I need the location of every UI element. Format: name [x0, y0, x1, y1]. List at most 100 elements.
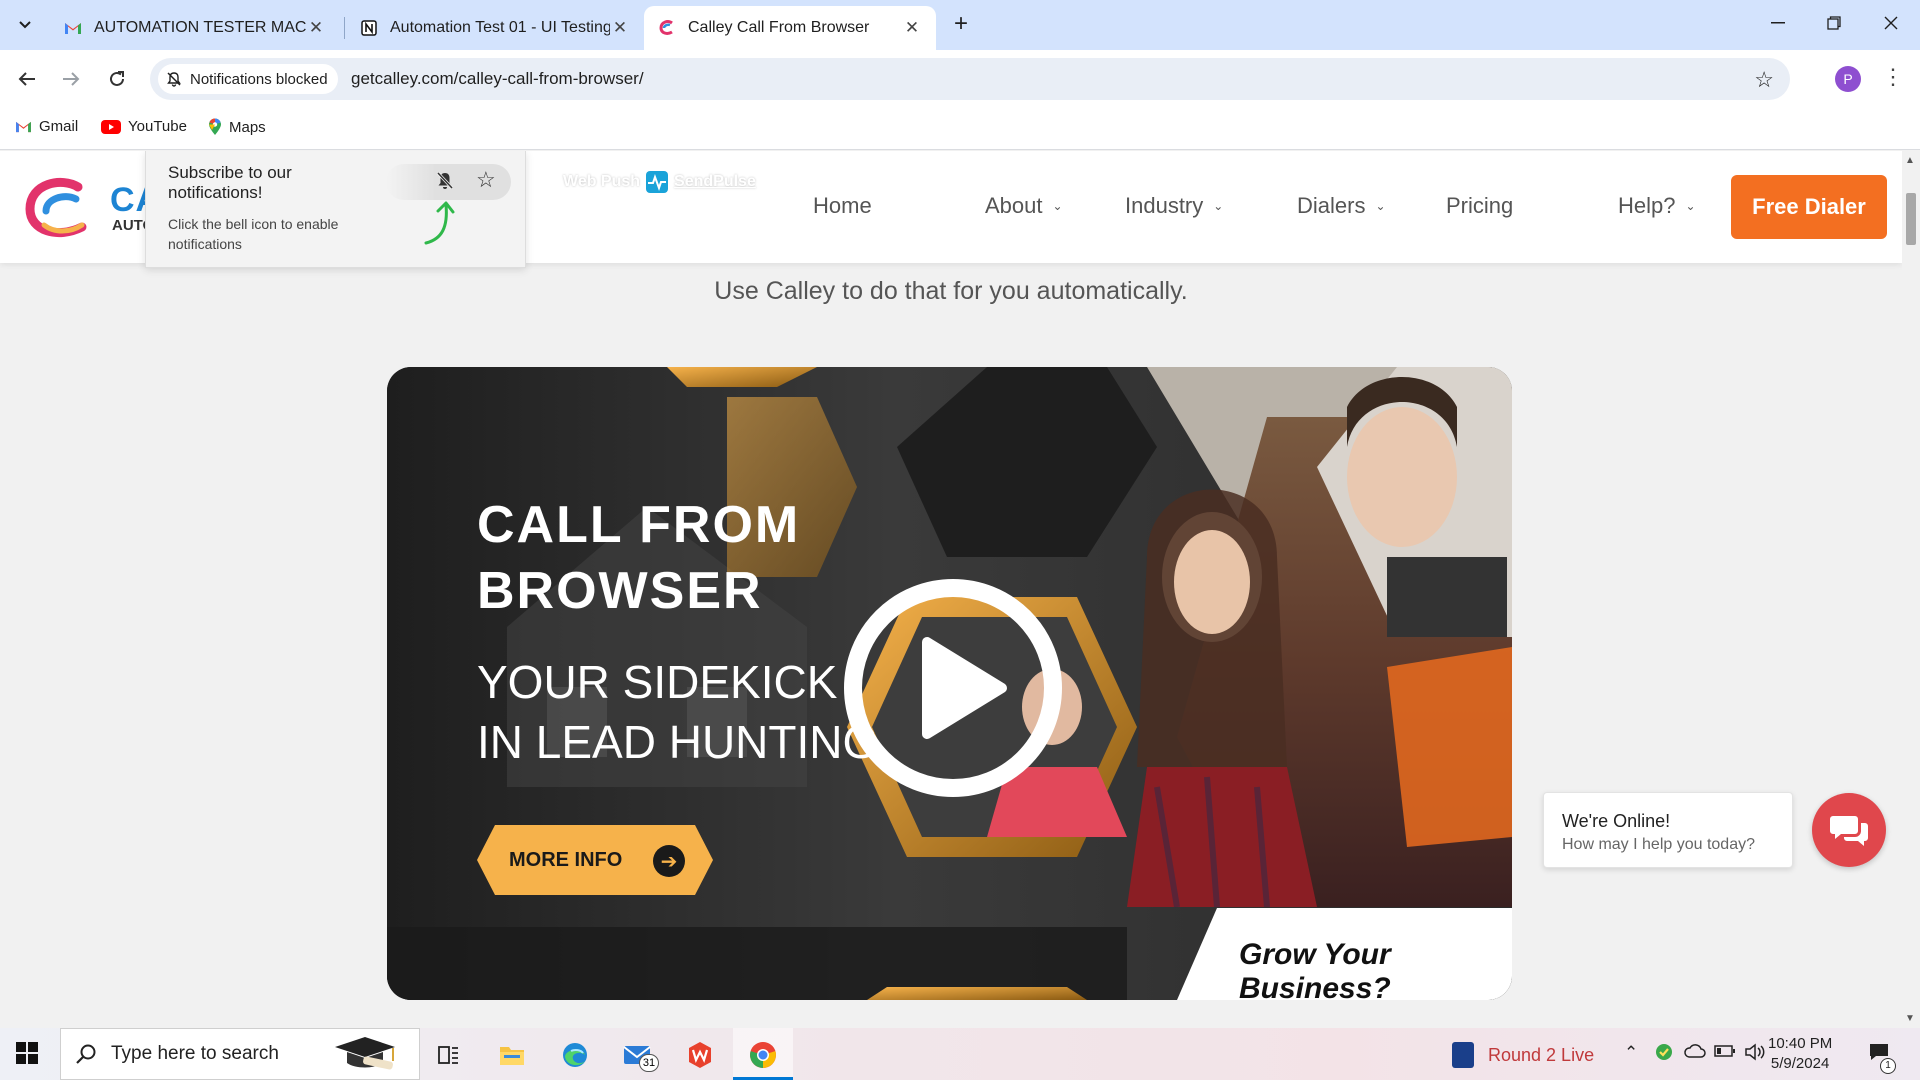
taskbar-search[interactable]: Type here to search — [60, 1028, 420, 1080]
gmail-icon — [15, 120, 32, 133]
browser-toolbar: Notifications blocked getcalley.com/call… — [0, 50, 1920, 108]
restore-button[interactable] — [1814, 8, 1854, 38]
more-info-label: MORE INFO — [509, 849, 623, 871]
hero-title-line: CALL FROM — [477, 496, 801, 554]
tab-notion[interactable]: Automation Test 01 - UI Testing ✕ — [346, 6, 644, 50]
maps-icon — [208, 118, 222, 136]
calley-logo-icon[interactable] — [24, 175, 90, 246]
battery-icon[interactable] — [1714, 1043, 1736, 1063]
edge-browser-icon[interactable] — [558, 1038, 592, 1072]
tab-strip: AUTOMATION TESTER MACHIN ✕ Automation Te… — [0, 0, 1920, 50]
chip-label: Notifications blocked — [190, 70, 328, 88]
bell-off-icon — [167, 72, 181, 87]
sendpulse-prefix: Web Push — [563, 173, 641, 190]
chat-title: We're Online! — [1562, 811, 1671, 831]
grow-business-banner: Grow Your Business? — [1177, 908, 1512, 1000]
close-icon[interactable]: ✕ — [306, 18, 326, 38]
hero-subtitle-line: IN LEAD HUNTING — [477, 716, 879, 768]
free-dialer-button[interactable]: Free Dialer — [1731, 175, 1887, 239]
scroll-thumb[interactable] — [1906, 193, 1916, 245]
cloud-icon[interactable] — [1684, 1043, 1706, 1064]
chrome-icon[interactable] — [746, 1038, 780, 1072]
hero-title-line: BROWSER — [477, 562, 763, 620]
nav-label: Help? — [1618, 193, 1676, 218]
chevron-up-icon[interactable]: ⌃ — [1624, 1043, 1638, 1063]
nav-industry[interactable]: Industry ⌄ — [1125, 193, 1223, 219]
shield-icon[interactable] — [1655, 1043, 1673, 1066]
reload-icon — [110, 71, 124, 86]
arrow-right-icon — [63, 72, 80, 86]
nav-pricing[interactable]: Pricing — [1446, 193, 1513, 219]
chevron-down-icon — [19, 21, 31, 29]
push-subscribe-popup: Subscribe to our notifications! Click th… — [145, 151, 526, 268]
grow-business-text: Grow Your Business? — [1239, 938, 1391, 1000]
chat-subtitle: How may I help you today? — [1562, 836, 1755, 853]
windows-start-icon[interactable] — [16, 1042, 38, 1069]
bookmark-gmail[interactable]: Gmail — [15, 118, 78, 135]
hero-tagline: Use Calley to do that for you automatica… — [714, 277, 1188, 305]
new-tab-button[interactable]: + — [948, 12, 974, 38]
bookmark-maps[interactable]: Maps — [208, 118, 266, 136]
chat-icon — [1830, 816, 1868, 846]
play-button[interactable] — [842, 577, 1064, 804]
nav-about[interactable]: About ⌄ — [985, 193, 1063, 219]
scroll-up-icon[interactable]: ▲ — [1905, 155, 1915, 166]
file-explorer-icon[interactable] — [495, 1038, 529, 1072]
volume-icon[interactable] — [1744, 1043, 1766, 1066]
notification-count: 1 — [1880, 1058, 1896, 1074]
bookmark-star-icon[interactable]: ☆ — [1754, 67, 1774, 93]
task-view-icon[interactable] — [432, 1038, 466, 1072]
hero-title: CALL FROM BROWSER — [477, 492, 800, 624]
news-widget[interactable]: Round 2 Live — [1452, 1042, 1594, 1068]
mail-icon[interactable]: 31 — [621, 1038, 659, 1072]
gmail-icon — [64, 19, 82, 37]
chevron-down-icon: ⌄ — [1375, 199, 1386, 213]
nav-home[interactable]: Home — [813, 193, 872, 219]
tab-search-button[interactable] — [10, 11, 40, 39]
nav-label: Industry — [1125, 193, 1204, 218]
system-clock[interactable]: 10:40 PM 5/9/2024 — [1768, 1034, 1832, 1074]
graduation-cap-icon — [335, 1037, 395, 1070]
hero-video[interactable]: CALL FROM BROWSER YOUR SIDEKICK IN LEAD … — [387, 367, 1512, 1000]
browser-menu-icon[interactable]: ⋮ — [1882, 64, 1904, 90]
youtube-icon — [101, 119, 121, 134]
scroll-down-icon[interactable]: ▼ — [1905, 1013, 1915, 1024]
pga-tour-icon — [1452, 1042, 1474, 1068]
close-icon[interactable]: ✕ — [902, 18, 922, 38]
minimize-icon — [1771, 22, 1785, 24]
forward-button[interactable] — [56, 64, 86, 94]
chevron-down-icon: ⌄ — [1213, 199, 1224, 213]
nav-help[interactable]: Help? ⌄ — [1618, 193, 1696, 219]
bookmark-youtube[interactable]: YouTube — [101, 118, 187, 135]
tab-gmail[interactable]: AUTOMATION TESTER MACHIN ✕ — [50, 6, 340, 50]
arrow-right-icon: ➔ — [653, 845, 685, 877]
windows-taskbar: Type here to search 31 Round 2 Live ⌃ 10… — [0, 1028, 1920, 1080]
play-icon — [844, 579, 1062, 797]
tab-calley[interactable]: Calley Call From Browser ✕ — [644, 6, 936, 50]
bookmarks-bar: Gmail YouTube Maps — [0, 108, 1920, 150]
sendpulse-badge[interactable]: Web Push SendPulse — [563, 171, 756, 193]
back-button[interactable] — [12, 64, 42, 94]
star-icon[interactable]: ☆ — [476, 167, 496, 193]
address-bar[interactable]: Notifications blocked getcalley.com/call… — [150, 58, 1790, 100]
notifications-blocked-chip[interactable]: Notifications blocked — [158, 64, 338, 94]
minimize-button[interactable] — [1758, 8, 1798, 38]
hero-subtitle: YOUR SIDEKICK IN LEAD HUNTING — [477, 652, 878, 772]
wps-office-icon[interactable] — [683, 1038, 717, 1072]
bell-off-icon[interactable] — [436, 171, 454, 196]
search-icon — [76, 1044, 96, 1064]
profile-avatar[interactable]: P — [1835, 66, 1861, 92]
page-scrollbar[interactable]: ▲ ▼ — [1902, 151, 1920, 1028]
chat-greeting[interactable]: We're Online! How may I help you today? — [1543, 792, 1793, 868]
pulse-icon — [646, 171, 669, 193]
close-window-button[interactable] — [1871, 8, 1911, 38]
chat-button[interactable] — [1812, 793, 1886, 867]
chevron-down-icon: ⌄ — [1052, 199, 1063, 213]
more-info-button[interactable]: MORE INFO ➔ — [477, 825, 713, 895]
tab-title: Automation Test 01 - UI Testing — [390, 19, 610, 36]
tab-title: AUTOMATION TESTER MACHIN — [94, 19, 306, 36]
close-icon[interactable]: ✕ — [610, 18, 630, 38]
reload-button[interactable] — [102, 64, 132, 94]
url-text[interactable]: getcalley.com/calley-call-from-browser/ — [351, 69, 644, 89]
nav-dialers[interactable]: Dialers ⌄ — [1297, 193, 1386, 219]
